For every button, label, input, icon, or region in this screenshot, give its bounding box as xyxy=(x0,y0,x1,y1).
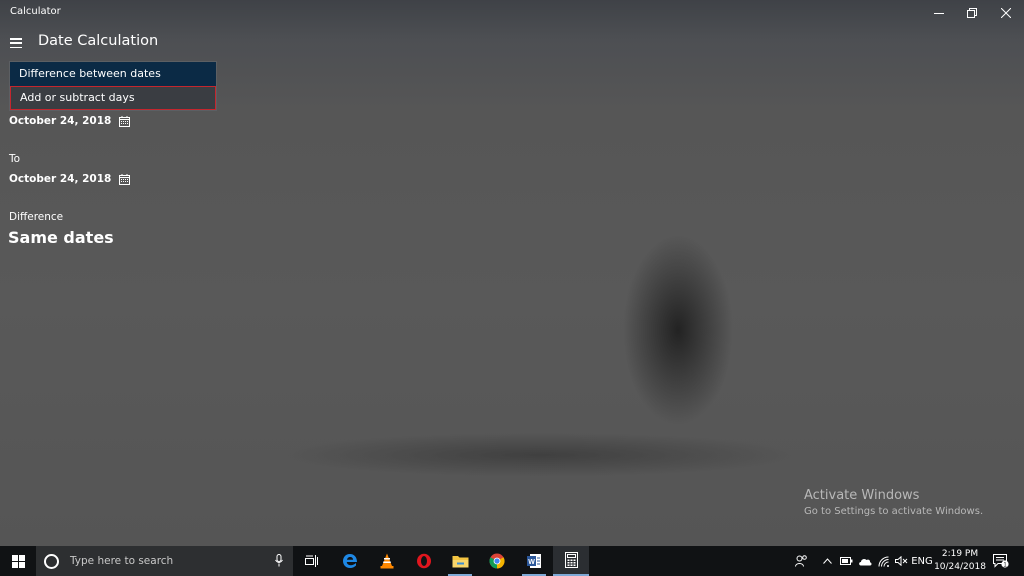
file-explorer-icon xyxy=(452,556,468,568)
chevron-up-icon xyxy=(822,558,832,564)
app-title: Calculator xyxy=(10,6,61,17)
option-difference-between-dates[interactable]: Difference between dates xyxy=(10,62,216,86)
restore-button[interactable] xyxy=(955,0,989,26)
battery-button[interactable] xyxy=(837,546,855,576)
action-center-button[interactable]: 1 xyxy=(988,546,1014,576)
activate-windows-watermark: Activate Windows Go to Settings to activ… xyxy=(804,488,983,517)
calculator-icon xyxy=(564,552,578,568)
close-icon xyxy=(1001,8,1011,18)
difference-value: Same dates xyxy=(8,228,114,247)
show-hidden-icons-button[interactable] xyxy=(818,546,836,576)
edge-app[interactable] xyxy=(332,546,368,576)
search-placeholder: Type here to search xyxy=(70,555,174,567)
input-language-button[interactable]: ENG xyxy=(910,546,934,576)
svg-text:W: W xyxy=(528,559,535,566)
network-button[interactable] xyxy=(875,546,893,576)
task-view-icon xyxy=(305,555,318,567)
page-title: Date Calculation xyxy=(38,33,159,49)
close-button[interactable] xyxy=(989,0,1023,26)
volume-muted-icon xyxy=(894,556,907,566)
title-bar: Calculator xyxy=(0,0,1024,26)
microphone-icon[interactable] xyxy=(275,554,283,567)
task-view-button[interactable] xyxy=(294,546,330,576)
chrome-icon xyxy=(489,553,505,569)
edge-icon xyxy=(343,554,357,568)
chrome-app[interactable] xyxy=(479,546,515,576)
windows-logo-icon xyxy=(11,554,25,568)
taskbar-clock[interactable]: 2:19 PM 10/24/2018 xyxy=(934,548,986,574)
people-icon xyxy=(794,555,807,567)
minimize-button[interactable] xyxy=(922,0,956,26)
people-button[interactable] xyxy=(790,546,812,576)
vlc-icon xyxy=(380,553,394,569)
word-app[interactable]: W xyxy=(516,546,552,576)
opera-icon xyxy=(417,553,431,569)
calculator-app[interactable] xyxy=(553,546,589,576)
minimize-icon xyxy=(934,13,944,14)
watermark-subtitle: Go to Settings to activate Windows. xyxy=(804,506,984,517)
calendar-icon xyxy=(119,173,131,185)
taskbar: Type here to search W ENG 2:19 PM 10/24/… xyxy=(0,546,1024,576)
cortana-icon xyxy=(44,553,59,569)
restore-icon xyxy=(967,8,977,18)
file-explorer-app[interactable] xyxy=(442,546,478,576)
battery-icon xyxy=(839,557,852,565)
vlc-app[interactable] xyxy=(369,546,405,576)
watermark-title: Activate Windows xyxy=(804,488,920,503)
onedrive-cloud-icon xyxy=(859,558,872,565)
from-date-picker[interactable]: October 24, 2018 xyxy=(9,115,131,127)
calendar-icon xyxy=(119,115,131,127)
wifi-icon xyxy=(878,556,889,567)
hamburger-menu-icon[interactable] xyxy=(10,36,26,50)
difference-label: Difference xyxy=(9,211,64,223)
notification-icon: 1 xyxy=(993,554,1009,568)
start-button[interactable] xyxy=(0,546,36,576)
onedrive-button[interactable] xyxy=(855,546,875,576)
taskbar-search-box[interactable]: Type here to search xyxy=(36,546,293,576)
to-date-picker[interactable]: October 24, 2018 xyxy=(9,173,131,185)
language-indicator: ENG xyxy=(911,555,933,567)
mode-dropdown-list: Difference between dates Add or subtract… xyxy=(9,61,217,111)
to-date-value: October 24, 2018 xyxy=(9,173,112,185)
clock-date: 10/24/2018 xyxy=(934,562,986,572)
volume-button[interactable] xyxy=(892,546,910,576)
clock-time: 2:19 PM xyxy=(941,549,979,559)
opera-app[interactable] xyxy=(406,546,442,576)
to-label: To xyxy=(9,153,21,165)
option-add-or-subtract-days[interactable]: Add or subtract days xyxy=(10,86,216,110)
from-date-value: October 24, 2018 xyxy=(9,115,112,127)
word-icon: W xyxy=(527,554,541,568)
